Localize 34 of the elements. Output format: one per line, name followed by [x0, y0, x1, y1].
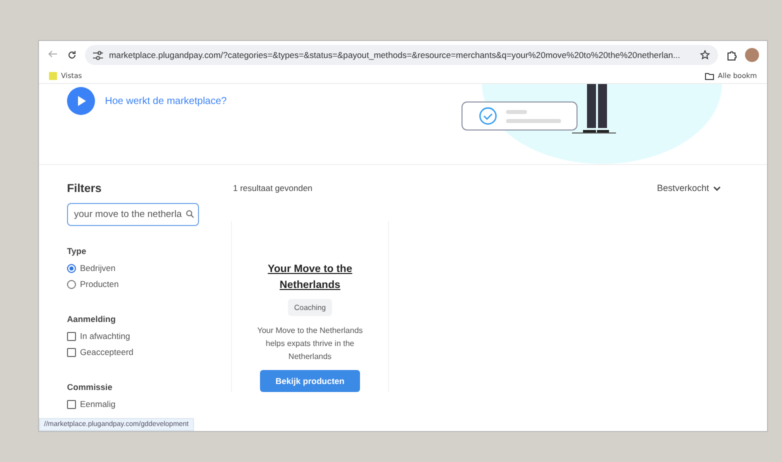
extensions-icon[interactable] — [726, 50, 737, 60]
view-products-button[interactable]: Bekijk producten — [260, 370, 360, 392]
search-icon — [186, 210, 194, 218]
filters-heading: Filters — [67, 183, 103, 195]
filter-group-heading: Type — [67, 246, 88, 256]
checkbox[interactable] — [67, 400, 76, 408]
checkbox[interactable] — [67, 348, 76, 356]
profile-avatar[interactable] — [745, 48, 759, 62]
merchant-title-link[interactable]: Your Move to the Netherlands — [255, 261, 365, 293]
chevron-down-icon — [713, 186, 721, 190]
site-settings-icon[interactable] — [93, 50, 103, 60]
sort-dropdown[interactable]: Bestverkocht — [656, 183, 721, 193]
filter-group-heading: Commissie — [67, 382, 114, 392]
address-bar[interactable]: marketplace.plugandpay.com/?categories=&types=&status=&payout_methods=&resource=merchants&q=your%20move%20to%20the%20netherlan... — [85, 45, 718, 65]
radio-button[interactable] — [67, 264, 76, 272]
merchant-description: Your Move to the Netherlands helps expats thrive in the Netherlands — [256, 325, 364, 363]
option-label: Eenmalig — [80, 399, 116, 409]
url-text: marketplace.plugandpay.com/?categories=&types=&status=&payout_methods=&resource=merchants&q=your%20move%20to%20the%20netherlan... — [109, 50, 680, 60]
results-count: 1 resultaat gevonden — [233, 183, 312, 193]
play-button[interactable] — [67, 87, 95, 115]
site-logo-icon — [49, 72, 57, 80]
option-label: Bedrijven — [80, 263, 116, 273]
radio-button[interactable] — [67, 280, 76, 288]
play-icon — [76, 96, 86, 106]
option-label: Producten — [80, 279, 119, 289]
bookmark-star-icon[interactable] — [700, 50, 710, 60]
reload-icon[interactable] — [67, 50, 77, 60]
option-label: In afwachting — [80, 331, 130, 341]
filter-group-heading: Aanmelding — [67, 314, 117, 324]
how-it-works-link[interactable]: Hoe werkt de marketplace? — [105, 96, 227, 107]
search-field[interactable]: your move to the netherla — [67, 203, 199, 226]
checkbox[interactable] — [67, 332, 76, 340]
folder-icon — [704, 72, 714, 80]
option-label: Geaccepteerd — [80, 347, 134, 357]
